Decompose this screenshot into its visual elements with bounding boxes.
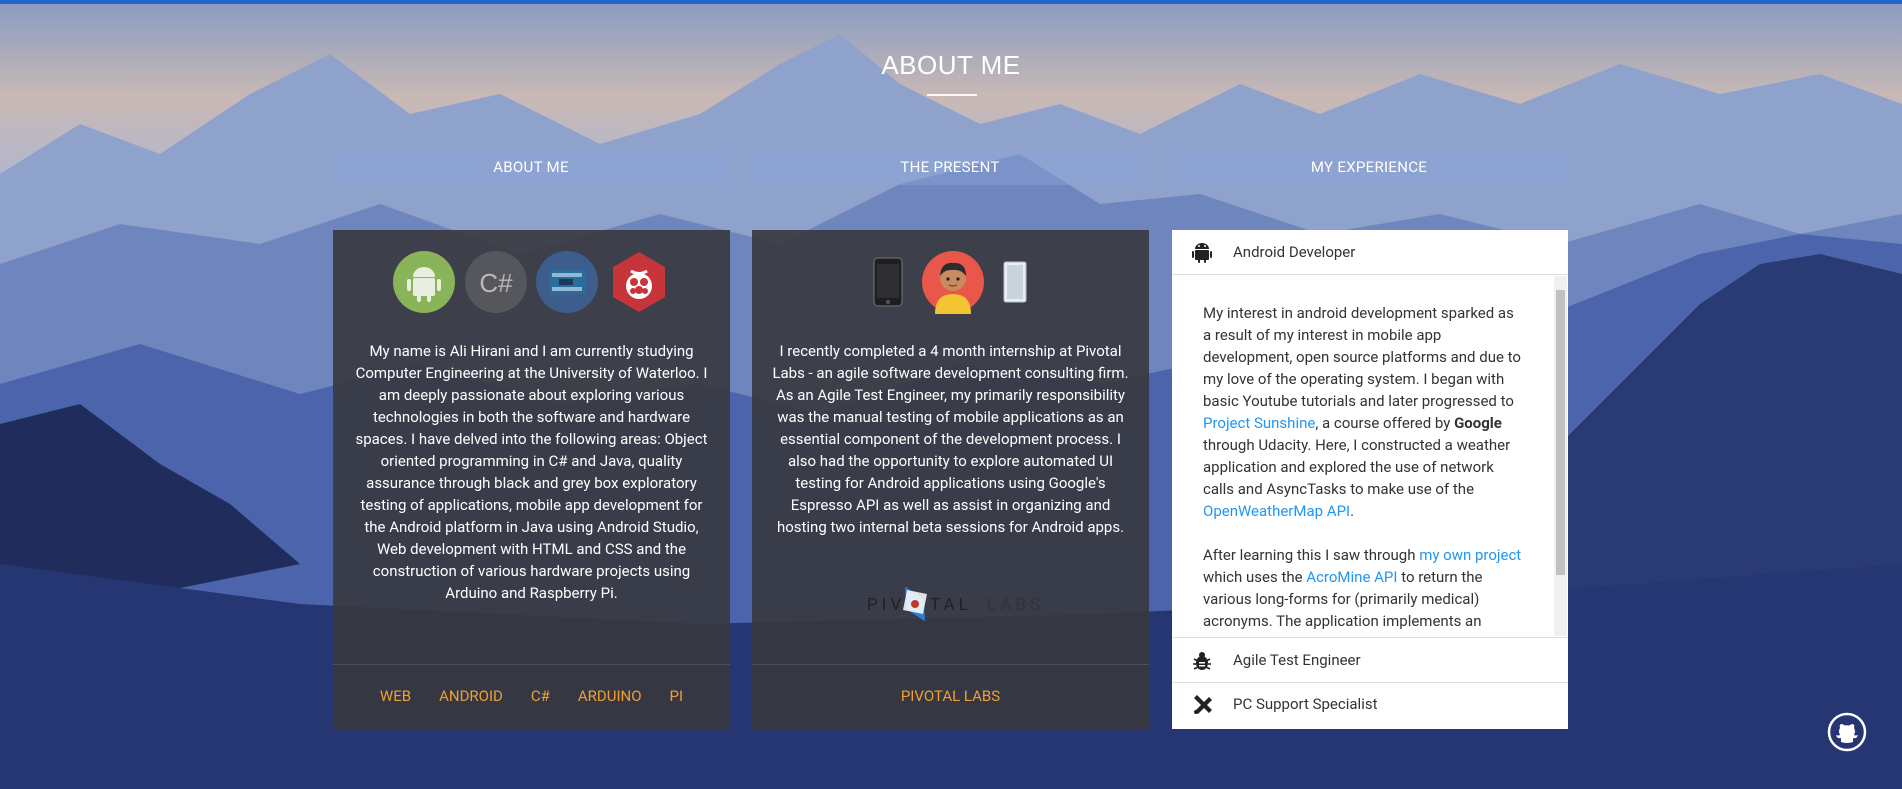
bug-icon	[1193, 652, 1211, 670]
accordion-agile-test-engineer[interactable]: Agile Test Engineer	[1172, 637, 1568, 683]
tablet-icon	[1002, 260, 1028, 308]
present-links: PIVOTAL LABS	[752, 686, 1149, 705]
accordion-android-developer[interactable]: Android Developer	[1172, 230, 1568, 275]
about-icons: C#	[333, 250, 730, 318]
scrollbar-thumb[interactable]	[1556, 290, 1565, 575]
link-android[interactable]: ANDROID	[439, 687, 503, 705]
avatar	[921, 250, 985, 318]
android-icon	[1192, 243, 1212, 263]
accordion-label: PC Support Specialist	[1233, 695, 1378, 713]
link-pi[interactable]: PI	[670, 687, 684, 705]
details-scrollbar[interactable]	[1554, 276, 1567, 636]
link-acromine-api[interactable]: AcroMine API	[1306, 568, 1397, 586]
csharp-icon: C#	[464, 250, 528, 318]
arduino-icon	[535, 250, 599, 318]
about-links: WEB ANDROID C# ARDUINO PI	[333, 686, 730, 705]
present-text: I recently completed a 4 month internshi…	[772, 342, 1129, 536]
accordion-pc-support-specialist[interactable]: PC Support Specialist	[1172, 682, 1568, 726]
accordion-label: Agile Test Engineer	[1233, 651, 1361, 669]
android-icon	[392, 250, 456, 318]
tab-the-present[interactable]: THE PRESENT	[752, 149, 1148, 185]
title-underline	[927, 94, 977, 96]
pivotal-labs-logo: PIV TAL LABS	[867, 582, 1040, 626]
card-divider	[752, 664, 1149, 665]
link-my-own-project[interactable]: my own project	[1419, 546, 1521, 564]
page-title: ABOUT ME	[881, 50, 1021, 80]
link-web[interactable]: WEB	[380, 687, 411, 705]
tools-icon	[1194, 695, 1212, 714]
pivotal-logo-text-left: PIV	[867, 595, 906, 615]
accordion-label: Android Developer	[1233, 243, 1356, 261]
phone-icon	[873, 257, 903, 311]
raspberry-pi-icon	[607, 250, 671, 318]
present-icons	[752, 250, 1149, 318]
android-developer-details: My interest in android development spark…	[1172, 275, 1568, 636]
present-card: I recently completed a 4 month internshi…	[752, 230, 1149, 729]
link-csharp[interactable]: C#	[531, 687, 550, 705]
about-text: My name is Ali Hirani and I am currently…	[355, 342, 708, 602]
experience-accordion: Android Developer My interest in android…	[1172, 230, 1568, 729]
link-arduino[interactable]: ARDUINO	[578, 687, 642, 705]
tab-about-me[interactable]: ABOUT ME	[333, 149, 729, 185]
link-openweathermap-api[interactable]: OpenWeatherMap API	[1203, 502, 1350, 520]
github-icon[interactable]	[1827, 712, 1867, 752]
pivotal-logo-text-right: LABS	[987, 595, 1045, 615]
tab-my-experience[interactable]: MY EXPERIENCE	[1171, 149, 1567, 185]
about-card: C# My name is Ali Hirani and I am curren…	[333, 230, 730, 729]
pivotal-logo-text-mid: TAL	[930, 595, 972, 615]
svg-text:C#: C#	[479, 268, 513, 298]
card-divider	[333, 664, 730, 665]
detail-paragraph-1: My interest in android development spark…	[1203, 304, 1521, 520]
link-pivotal-labs[interactable]: PIVOTAL LABS	[901, 687, 1000, 705]
detail-paragraph-2: After learning this I saw through my own…	[1203, 546, 1522, 630]
link-project-sunshine[interactable]: Project Sunshine	[1203, 414, 1315, 432]
